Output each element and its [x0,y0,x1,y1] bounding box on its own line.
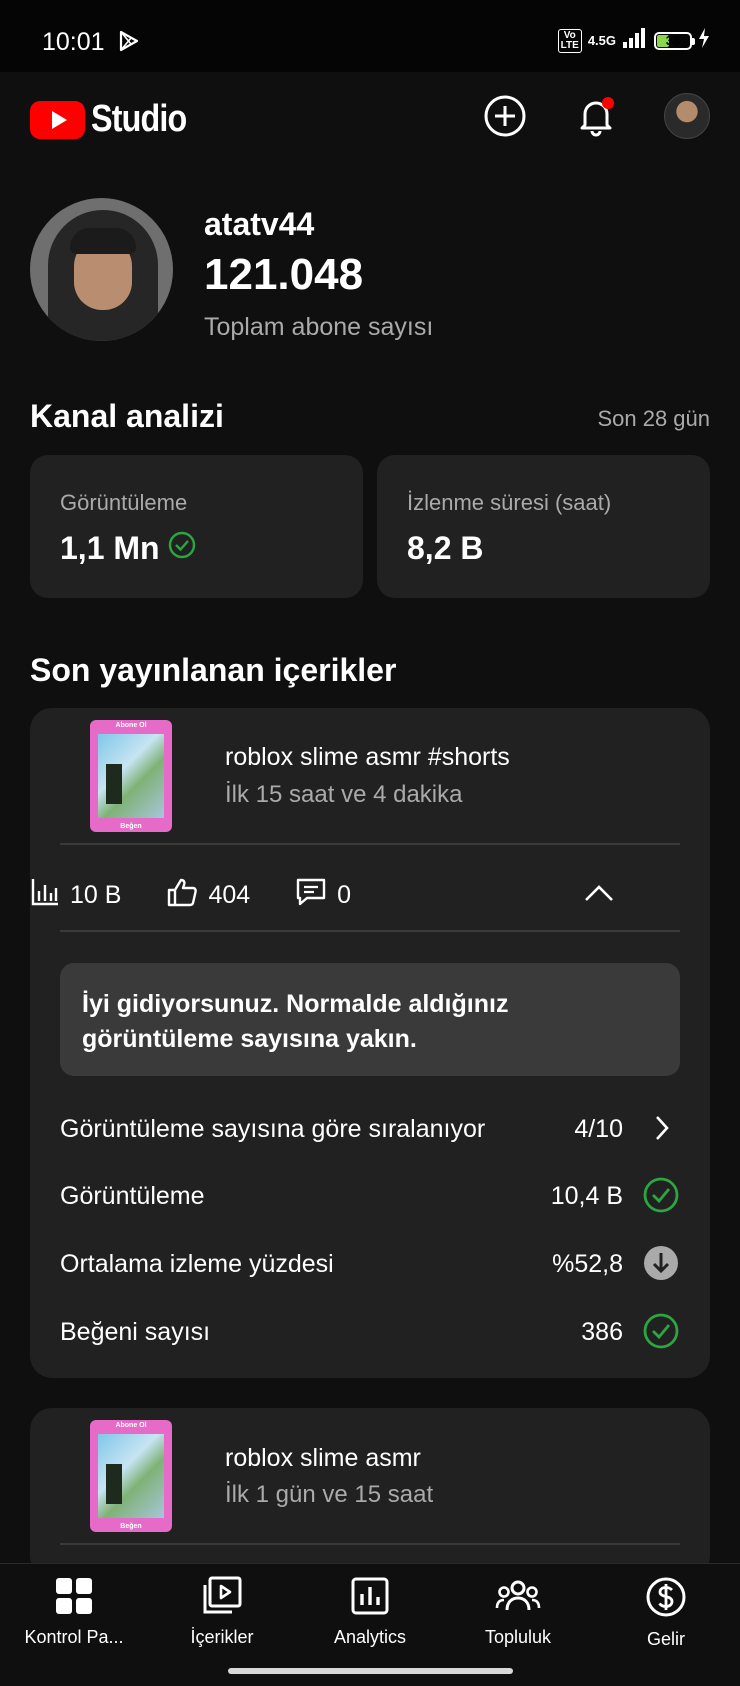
bar-chart-icon [30,877,60,914]
channel-avatar[interactable] [30,198,173,341]
charging-icon [698,28,710,53]
community-icon [495,1580,541,1620]
account-avatar[interactable] [664,93,710,139]
ranking-row[interactable]: Görüntüleme sayısına göre sıralanıyor 4/… [60,1109,680,1149]
analytics-period: Son 28 gün [597,406,710,431]
video-thumbnail[interactable]: Abone Ol Beğen [90,1420,172,1532]
video-title[interactable]: roblox slime asmr [225,1444,421,1473]
video-thumbnail[interactable]: Abone Ol Beğen [90,720,172,832]
nav-analytics[interactable]: Analytics [296,1576,444,1648]
thumbs-up-icon [166,877,198,914]
nav-content[interactable]: İçerikler [148,1576,296,1648]
thumbnail-text-bottom: Beğen [120,1523,142,1530]
collapse-chevron-icon[interactable] [584,883,614,908]
views-card[interactable]: Görüntüleme 1,1 Mn [30,455,363,598]
likes-metric: 404 [166,877,250,914]
views-row-value: 10,4 B [550,1182,623,1210]
check-circle-icon [642,1176,680,1219]
battery-icon: 38 [654,31,695,50]
insight-text: İyi gidiyorsunuz. Normalde aldığınız gör… [82,990,509,1053]
notifications-bell-icon[interactable] [574,94,618,143]
views-label: Görüntüleme [60,490,188,515]
channel-profile: atatv44 121.048 Toplam abone sayısı [30,198,710,348]
avg-view-percentage-row: Ortalama izleme yüzdesi %52,8 [60,1244,680,1284]
video-period: İlk 1 gün ve 15 saat [225,1481,434,1508]
views-value: 1,1 Mn [60,530,160,566]
divider [60,843,680,845]
subscriber-count: 121.048 [204,250,364,299]
nav-earn-label: Gelir [646,1629,685,1649]
comments-metric: 0 [295,877,351,914]
recent-content-title: Son yayınlanan içerikler [30,652,397,688]
battery-level: 38 [665,32,681,48]
insight-banner: İyi gidiyorsunuz. Normalde aldığınız gör… [60,963,680,1076]
divider [60,1543,680,1545]
app-bar: Studio [0,72,740,162]
avg-view-percentage-value: %52,8 [552,1250,623,1278]
dashboard-icon [54,1578,94,1620]
likes-row-label: Beğeni sayısı [60,1318,211,1346]
video-period: İlk 15 saat ve 4 dakika [225,781,463,808]
youtube-studio-logo[interactable]: Studio [30,98,203,141]
app-name: Studio [91,98,187,140]
signal-icon [622,28,648,53]
channel-analytics-title: Kanal analizi [30,398,224,434]
likes-row: Beğeni sayısı 386 [60,1312,680,1352]
nav-dashboard[interactable]: Kontrol Pa... [0,1576,148,1648]
subscriber-label: Toplam abone sayısı [204,313,434,341]
volte-icon: Vo LTE [557,28,582,53]
home-indicator[interactable] [228,1668,513,1674]
status-time: 10:01 [42,28,105,56]
status-bar: 10:01 Vo LTE 4.5G 38 [0,0,740,72]
video-metrics: 10 B 404 0 [30,875,650,915]
nav-analytics-label: Analytics [333,1627,407,1647]
avg-view-percentage-label: Ortalama izleme yüzdesi [60,1250,334,1278]
thumbnail-text-top: Abone Ol [115,1422,147,1429]
views-row-label: Görüntüleme [60,1182,205,1210]
views-metric: 10 B [30,877,121,914]
status-indicators: Vo LTE 4.5G 38 [557,28,710,53]
views-row: Görüntüleme 10,4 B [60,1176,680,1216]
likes-row-value: 386 [581,1318,623,1346]
ranking-value: 4/10 [574,1115,623,1143]
channel-name: atatv44 [204,206,315,242]
nav-dashboard-label: Kontrol Pa... [24,1627,124,1647]
watch-time-card[interactable]: İzlenme süresi (saat) 8,2 B [377,455,710,598]
divider [60,930,680,932]
check-circle-icon [168,530,196,567]
content-card: Abone Ol Beğen roblox slime asmr İlk 1 g… [30,1408,710,1578]
arrow-down-circle-icon [642,1244,680,1287]
nav-content-label: İçerikler [190,1627,254,1647]
youtube-logo-icon [30,100,85,139]
watch-time-value: 8,2 B [407,530,484,566]
nav-earn[interactable]: Gelir [592,1576,740,1650]
check-circle-icon [642,1312,680,1355]
chevron-right-icon [652,1113,672,1148]
ranking-label: Görüntüleme sayısına göre sıralanıyor [60,1115,486,1143]
thumbnail-text-bottom: Beğen [120,823,142,830]
network-type: 4.5G [587,33,616,48]
create-plus-icon[interactable] [483,94,527,143]
dollar-circle-icon [645,1577,687,1622]
video-title[interactable]: roblox slime asmr #shorts [225,743,510,772]
content-library-icon [202,1576,242,1620]
nav-community-label: Topluluk [484,1627,552,1647]
analytics-icon [350,1577,390,1620]
play-store-icon [118,30,140,57]
views-count: 10 B [70,880,122,909]
comments-count: 0 [337,880,352,909]
likes-count: 404 [208,880,251,909]
watch-time-label: İzlenme süresi (saat) [407,490,612,515]
comment-icon [295,877,327,914]
nav-community[interactable]: Topluluk [444,1576,592,1648]
thumbnail-text-top: Abone Ol [115,722,147,729]
